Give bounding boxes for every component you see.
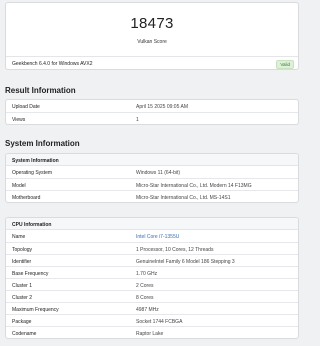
card-header: CPU Information (6, 218, 298, 230)
row-key: Operating System (12, 169, 53, 176)
score-footer: Geekbench 6.4.0 for Windows AVX2 Valid (6, 56, 298, 69)
row-key: Identifier (12, 258, 32, 265)
row-key: Package (12, 318, 32, 325)
row-key: Topology (12, 246, 33, 253)
valid-badge: Valid (276, 60, 294, 69)
row-key: Motherboard (12, 194, 41, 201)
row-value: 1 Processor, 10 Cores, 12 Threads (136, 246, 214, 253)
table-row: Maximum Frequency 4987 MHz (6, 302, 298, 314)
row-value: GenuineIntel Family 6 Model 186 Stepping… (136, 258, 235, 265)
row-key: Cluster 2 (12, 294, 33, 301)
table-row: Upload Date April 15 2025 09:05 AM (6, 100, 298, 112)
card-header: System Information (6, 154, 298, 166)
row-value: 1.70 GHz (136, 270, 158, 277)
benchmark-version: Geekbench 6.4.0 for Windows AVX2 (12, 61, 93, 67)
row-value: 2 Cores (136, 282, 154, 289)
cpu-information-card: CPU Information Name Intel Core i7-1355U… (5, 217, 299, 339)
system-information-card: System Information Operating System Wind… (5, 153, 299, 203)
row-key: Name (12, 233, 26, 240)
card-title: CPU Information (12, 221, 52, 228)
cpu-name-link[interactable]: Intel Core i7-1355U (136, 234, 179, 240)
result-information-heading: Result Information (5, 86, 76, 95)
table-row: Cluster 1 2 Cores (6, 278, 298, 290)
row-value: 4987 MHz (136, 306, 159, 313)
score-card: 18473 Vulkan Score Geekbench 6.4.0 for W… (5, 2, 299, 70)
table-row: Codename Raptor Lake (6, 326, 298, 338)
table-row: Name Intel Core i7-1355U (6, 230, 298, 242)
table-row: Cluster 2 8 Cores (6, 290, 298, 302)
row-value: Micro-Star International Co., Ltd. MS-14… (136, 194, 231, 201)
row-value: 1 (136, 116, 139, 123)
table-row: Model Micro-Star International Co., Ltd.… (6, 178, 298, 190)
row-value: Windows 11 (64-bit) (136, 169, 181, 176)
table-row: Views 1 (6, 112, 298, 124)
table-row: Motherboard Micro-Star International Co.… (6, 190, 298, 202)
vulkan-score-value: 18473 (130, 15, 174, 32)
row-key: Model (12, 182, 26, 189)
row-key: Upload Date (12, 103, 40, 110)
score-label: Vulkan Score (137, 39, 167, 45)
result-information-card: Upload Date April 15 2025 09:05 AM Views… (5, 99, 299, 125)
row-value: 8 Cores (136, 294, 154, 301)
row-key: Views (12, 116, 26, 123)
row-value: Socket 1744 FCBGA (136, 318, 183, 325)
table-row: Identifier GenuineIntel Family 6 Model 1… (6, 254, 298, 266)
card-title: System Information (12, 157, 59, 164)
row-key: Codename (12, 330, 37, 337)
row-value: Raptor Lake (136, 330, 164, 337)
row-value: April 15 2025 09:05 AM (136, 103, 188, 110)
table-row: Topology 1 Processor, 10 Cores, 12 Threa… (6, 242, 298, 254)
row-value: Micro-Star International Co., Ltd. Moder… (136, 182, 252, 189)
row-key: Cluster 1 (12, 282, 33, 289)
system-information-heading: System Information (5, 139, 80, 148)
table-row: Base Frequency 1.70 GHz (6, 266, 298, 278)
row-key: Maximum Frequency (12, 306, 59, 313)
table-row: Package Socket 1744 FCBGA (6, 314, 298, 326)
row-key: Base Frequency (12, 270, 49, 277)
table-row: Operating System Windows 11 (64-bit) (6, 166, 298, 178)
